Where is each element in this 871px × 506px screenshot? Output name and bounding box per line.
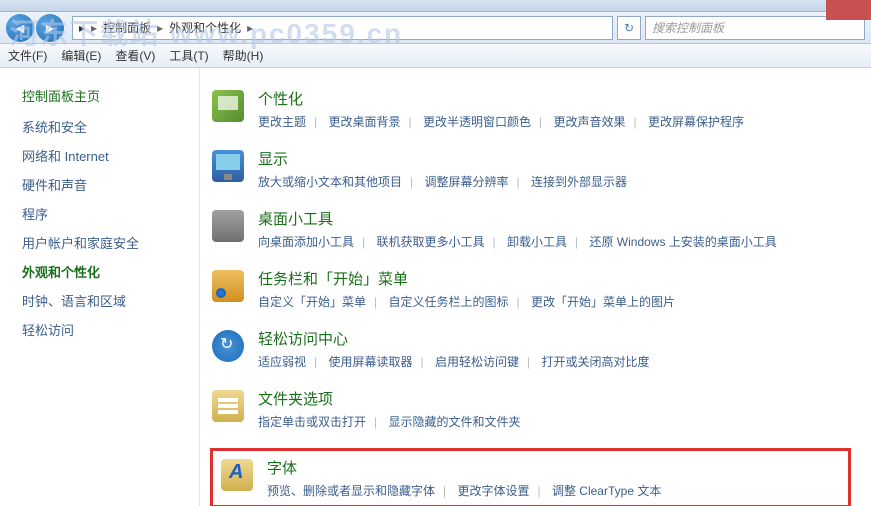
link-change-sounds[interactable]: 更改声音效果 (553, 115, 625, 129)
personalization-icon (210, 88, 246, 124)
sidebar-item-users[interactable]: 用户帐户和家庭安全 (22, 233, 189, 252)
category-title[interactable]: 个性化 (258, 88, 851, 109)
link-preview-fonts[interactable]: 预览、删除或者显示和隐藏字体 (267, 484, 435, 498)
menu-edit[interactable]: 编辑(E) (61, 47, 101, 64)
category-title[interactable]: 显示 (258, 148, 851, 169)
menu-bar: 文件(F) 编辑(E) 查看(V) 工具(T) 帮助(H) (0, 44, 871, 68)
main-area: 控制面板主页 系统和安全 网络和 Internet 硬件和声音 程序 用户帐户和… (0, 68, 871, 506)
link-text-size[interactable]: 放大或缩小文本和其他项目 (258, 175, 402, 189)
category-title[interactable]: 桌面小工具 (258, 208, 851, 229)
link-start-image[interactable]: 更改「开始」菜单上的图片 (531, 295, 675, 309)
breadcrumb-appearance[interactable]: 外观和个性化 (169, 19, 241, 36)
category-title[interactable]: 任务栏和「开始」菜单 (258, 268, 851, 289)
category-ease-of-access: 轻松访问中心 适应弱视| 使用屏幕读取器| 启用轻松访问键| 打开或关闭高对比度 (210, 328, 851, 370)
refresh-button[interactable]: ↻ (617, 16, 641, 40)
category-taskbar: 任务栏和「开始」菜单 自定义「开始」菜单| 自定义任务栏上的图标| 更改「开始」… (210, 268, 851, 310)
ease-icon (210, 328, 246, 364)
link-cleartype[interactable]: 调整 ClearType 文本 (552, 484, 661, 498)
menu-tools[interactable]: 工具(T) (169, 47, 208, 64)
sidebar: 控制面板主页 系统和安全 网络和 Internet 硬件和声音 程序 用户帐户和… (0, 68, 200, 506)
sidebar-item-network[interactable]: 网络和 Internet (22, 146, 189, 165)
breadcrumb-root-icon: ▸ (79, 21, 85, 35)
menu-file[interactable]: 文件(F) (8, 47, 47, 64)
sidebar-item-ease[interactable]: 轻松访问 (22, 320, 189, 339)
link-change-screensaver[interactable]: 更改屏幕保护程序 (648, 115, 744, 129)
close-button[interactable] (826, 0, 871, 20)
link-customize-start[interactable]: 自定义「开始」菜单 (258, 295, 366, 309)
category-title[interactable]: 字体 (267, 457, 842, 478)
folder-icon (210, 388, 246, 424)
sidebar-item-system[interactable]: 系统和安全 (22, 117, 189, 136)
sidebar-item-appearance[interactable]: 外观和个性化 (22, 262, 189, 281)
link-restore-gadgets[interactable]: 还原 Windows 上安装的桌面小工具 (589, 235, 776, 249)
breadcrumb-sep: ▸ (247, 21, 253, 35)
link-add-gadget[interactable]: 向桌面添加小工具 (258, 235, 354, 249)
category-personalization: 个性化 更改主题| 更改桌面背景| 更改半透明窗口颜色| 更改声音效果| 更改屏… (210, 88, 851, 130)
breadcrumb-sep: ▸ (157, 21, 163, 35)
category-folder-options: 文件夹选项 指定单击或双击打开| 显示隐藏的文件和文件夹 (210, 388, 851, 430)
link-customize-taskbar[interactable]: 自定义任务栏上的图标 (388, 295, 508, 309)
display-icon (210, 148, 246, 184)
content-pane: 个性化 更改主题| 更改桌面背景| 更改半透明窗口颜色| 更改声音效果| 更改屏… (200, 68, 871, 506)
link-hidden-files[interactable]: 显示隐藏的文件和文件夹 (388, 415, 520, 429)
breadcrumb[interactable]: ▸ ▸ 控制面板 ▸ 外观和个性化 ▸ (72, 16, 613, 40)
menu-help[interactable]: 帮助(H) (223, 47, 264, 64)
back-button[interactable]: ◄ (6, 14, 34, 42)
taskbar-icon (210, 268, 246, 304)
link-low-vision[interactable]: 适应弱视 (258, 355, 306, 369)
link-more-gadgets[interactable]: 联机获取更多小工具 (376, 235, 484, 249)
category-display: 显示 放大或缩小文本和其他项目| 调整屏幕分辨率| 连接到外部显示器 (210, 148, 851, 190)
category-title[interactable]: 文件夹选项 (258, 388, 851, 409)
sidebar-item-clock[interactable]: 时钟、语言和区域 (22, 291, 189, 310)
link-ease-keys[interactable]: 启用轻松访问键 (435, 355, 519, 369)
sidebar-item-hardware[interactable]: 硬件和声音 (22, 175, 189, 194)
category-gadgets: 桌面小工具 向桌面添加小工具| 联机获取更多小工具| 卸载小工具| 还原 Win… (210, 208, 851, 250)
link-high-contrast[interactable]: 打开或关闭高对比度 (541, 355, 649, 369)
sidebar-heading[interactable]: 控制面板主页 (22, 86, 189, 105)
link-click-open[interactable]: 指定单击或双击打开 (258, 415, 366, 429)
link-change-theme[interactable]: 更改主题 (258, 115, 306, 129)
font-icon (219, 457, 255, 493)
link-screen-reader[interactable]: 使用屏幕读取器 (328, 355, 412, 369)
link-change-window-color[interactable]: 更改半透明窗口颜色 (423, 115, 531, 129)
window-titlebar (0, 0, 871, 12)
link-uninstall-gadget[interactable]: 卸载小工具 (507, 235, 567, 249)
link-external-display[interactable]: 连接到外部显示器 (531, 175, 627, 189)
category-fonts: 字体 预览、删除或者显示和隐藏字体| 更改字体设置| 调整 ClearType … (219, 457, 842, 499)
category-title[interactable]: 轻松访问中心 (258, 328, 851, 349)
gadget-icon (210, 208, 246, 244)
breadcrumb-control-panel[interactable]: 控制面板 (103, 19, 151, 36)
link-resolution[interactable]: 调整屏幕分辨率 (424, 175, 508, 189)
highlight-box: 字体 预览、删除或者显示和隐藏字体| 更改字体设置| 调整 ClearType … (210, 448, 851, 506)
menu-view[interactable]: 查看(V) (115, 47, 155, 64)
sidebar-item-programs[interactable]: 程序 (22, 204, 189, 223)
link-font-settings[interactable]: 更改字体设置 (457, 484, 529, 498)
link-change-wallpaper[interactable]: 更改桌面背景 (328, 115, 400, 129)
address-bar: ◄ ► ▸ ▸ 控制面板 ▸ 外观和个性化 ▸ ↻ 搜索控制面板 (0, 12, 871, 44)
breadcrumb-sep: ▸ (91, 21, 97, 35)
forward-button[interactable]: ► (36, 14, 64, 42)
